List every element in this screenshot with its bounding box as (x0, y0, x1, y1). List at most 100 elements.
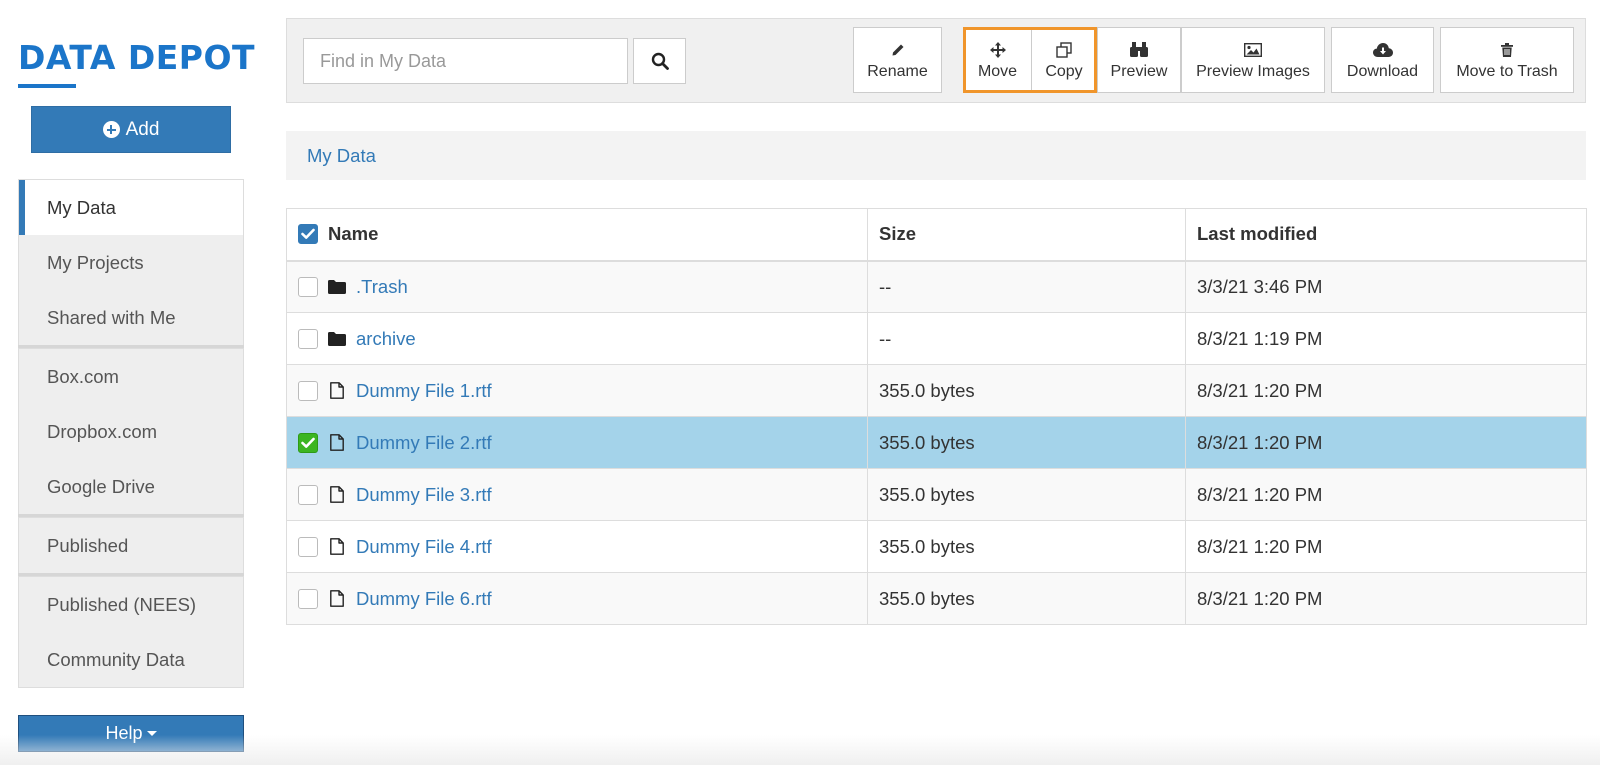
column-header-last-modified[interactable]: Last modified (1185, 208, 1587, 262)
table-row[interactable]: Dummy File 4.rtf 355.0 bytes 8/3/21 1:20… (286, 520, 1587, 573)
binoculars-icon (1130, 40, 1148, 60)
column-header-name[interactable]: Name (286, 208, 868, 262)
help-button[interactable]: Help (18, 715, 244, 752)
sidebar-item-shared-with-me[interactable]: Shared with Me (19, 290, 243, 345)
plus-circle-icon (102, 121, 120, 138)
file-size: 355.0 bytes (867, 520, 1186, 573)
file-modified: 8/3/21 1:20 PM (1185, 520, 1587, 573)
file-icon (328, 382, 346, 399)
file-size: -- (867, 260, 1186, 313)
row-checkbox[interactable] (298, 380, 318, 401)
file-modified: 8/3/21 1:20 PM (1185, 572, 1587, 625)
file-modified: 3/3/21 3:46 PM (1185, 260, 1587, 313)
move-button[interactable]: Move (963, 27, 1031, 93)
add-button-label: Add (125, 118, 160, 140)
sidebar-item-community-data[interactable]: Community Data (19, 632, 243, 687)
image-icon (1244, 40, 1262, 60)
table-row[interactable]: .Trash -- 3/3/21 3:46 PM (286, 260, 1587, 313)
table-header-row: Name Size Last modified (286, 208, 1587, 262)
file-icon (328, 538, 346, 555)
app-logo[interactable]: DATA DEPOT (18, 38, 255, 77)
preview-images-button-label: Preview Images (1196, 62, 1310, 80)
caret-down-icon (146, 731, 157, 736)
table-row[interactable]: Dummy File 3.rtf 355.0 bytes 8/3/21 1:20… (286, 468, 1587, 521)
file-name-link[interactable]: .Trash (356, 276, 408, 298)
magnifier-icon (651, 52, 669, 70)
pencil-icon (891, 40, 905, 60)
search-button[interactable] (633, 38, 686, 84)
logo-underline (18, 84, 76, 88)
file-size: 355.0 bytes (867, 364, 1186, 417)
help-button-label: Help (105, 723, 143, 743)
add-button[interactable]: Add (31, 106, 231, 153)
table-row[interactable]: Dummy File 1.rtf 355.0 bytes 8/3/21 1:20… (286, 364, 1587, 417)
file-name-link[interactable]: Dummy File 6.rtf (356, 588, 492, 610)
file-modified: 8/3/21 1:20 PM (1185, 416, 1587, 469)
file-name-link[interactable]: archive (356, 328, 416, 350)
file-icon (328, 486, 346, 503)
copy-button-label: Copy (1045, 62, 1083, 80)
sidebar-item-my-projects[interactable]: My Projects (19, 235, 243, 290)
rename-button[interactable]: Rename (853, 27, 942, 93)
trash-icon (1501, 40, 1513, 60)
breadcrumb-my-data[interactable]: My Data (307, 145, 376, 166)
preview-button[interactable]: Preview (1097, 27, 1181, 93)
row-checkbox[interactable] (298, 276, 318, 297)
sidebar-nav: My Data My Projects Shared with Me Box.c… (18, 179, 244, 688)
cloud-download-icon (1372, 40, 1393, 60)
file-icon (328, 590, 346, 607)
file-icon (328, 434, 346, 451)
nav-group-my: My Data My Projects Shared with Me (18, 179, 244, 345)
preview-images-button[interactable]: Preview Images (1181, 27, 1325, 93)
table-row-selected[interactable]: Dummy File 2.rtf 355.0 bytes 8/3/21 1:20… (286, 416, 1587, 469)
row-checkbox[interactable] (298, 588, 318, 609)
column-header-size[interactable]: Size (867, 208, 1186, 262)
row-checkbox[interactable] (298, 328, 318, 349)
file-modified: 8/3/21 1:19 PM (1185, 312, 1587, 365)
file-size: 355.0 bytes (867, 468, 1186, 521)
file-name-link[interactable]: Dummy File 2.rtf (356, 432, 492, 454)
sidebar-item-box[interactable]: Box.com (19, 349, 243, 404)
row-checkbox[interactable] (298, 484, 318, 505)
sidebar-item-published[interactable]: Published (19, 518, 243, 573)
copy-icon (1056, 40, 1072, 60)
move-button-label: Move (977, 62, 1018, 80)
sidebar-item-dropbox[interactable]: Dropbox.com (19, 404, 243, 459)
search-input[interactable] (303, 38, 628, 84)
table-row[interactable]: archive -- 8/3/21 1:19 PM (286, 312, 1587, 365)
file-name-link[interactable]: Dummy File 1.rtf (356, 380, 492, 402)
file-table: Name Size Last modified .Trash -- 3/3/21… (286, 208, 1587, 625)
nav-group-published: Published (18, 517, 244, 573)
file-modified: 8/3/21 1:20 PM (1185, 364, 1587, 417)
move-arrows-icon (989, 40, 1006, 60)
sidebar-item-published-nees[interactable]: Published (NEES) (19, 577, 243, 632)
file-size: 355.0 bytes (867, 416, 1186, 469)
file-size: 355.0 bytes (867, 572, 1186, 625)
file-name-link[interactable]: Dummy File 3.rtf (356, 484, 492, 506)
nav-group-community: Published (NEES) Community Data (18, 576, 244, 688)
rename-button-label: Rename (867, 62, 928, 80)
download-button-label: Download (1346, 62, 1419, 80)
folder-icon (328, 279, 346, 294)
toolbar: Rename Move Copy Previe (286, 18, 1586, 103)
preview-button-label: Preview (1110, 62, 1168, 80)
folder-icon (328, 331, 346, 346)
breadcrumb: My Data (286, 131, 1586, 180)
check-icon (301, 437, 315, 448)
sidebar-item-google-drive[interactable]: Google Drive (19, 459, 243, 514)
copy-button[interactable]: Copy (1031, 27, 1097, 93)
select-all-checkbox[interactable] (298, 224, 318, 245)
sidebar-item-my-data[interactable]: My Data (19, 180, 243, 235)
download-button[interactable]: Download (1331, 27, 1434, 93)
move-to-trash-button[interactable]: Move to Trash (1440, 27, 1574, 93)
move-to-trash-button-label: Move to Trash (1456, 62, 1558, 80)
row-checkbox[interactable] (298, 536, 318, 557)
check-icon (301, 228, 315, 240)
table-row[interactable]: Dummy File 6.rtf 355.0 bytes 8/3/21 1:20… (286, 572, 1587, 625)
file-size: -- (867, 312, 1186, 365)
file-modified: 8/3/21 1:20 PM (1185, 468, 1587, 521)
column-header-name-label: Name (328, 223, 379, 245)
nav-group-cloud: Box.com Dropbox.com Google Drive (18, 348, 244, 514)
file-name-link[interactable]: Dummy File 4.rtf (356, 536, 492, 558)
row-checkbox-checked[interactable] (298, 432, 318, 453)
